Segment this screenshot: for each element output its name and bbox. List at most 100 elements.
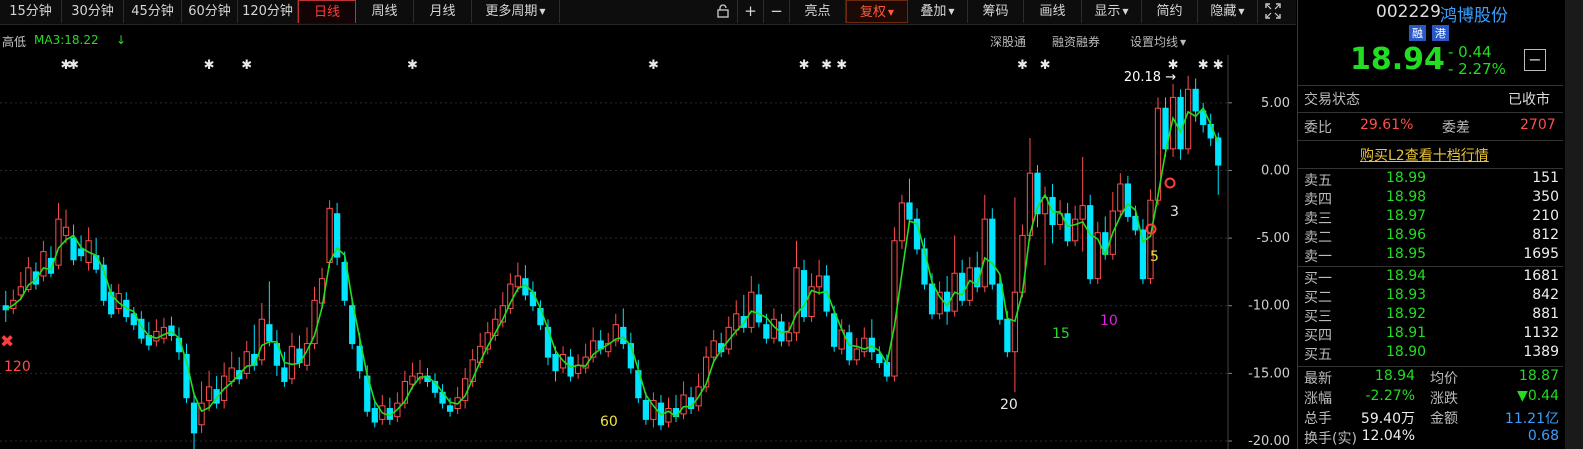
candle-up (1117, 183, 1124, 212)
candle-up (17, 286, 24, 296)
chips-button[interactable]: 筹码 (968, 0, 1024, 23)
collapse-button[interactable]: − (1524, 49, 1546, 71)
cycle-label-10: 10 (1100, 313, 1118, 329)
stat-value: 0.68 (1527, 428, 1559, 444)
book-level-label: 卖四 (1304, 192, 1332, 208)
event-star-icon: ✱ (204, 58, 215, 73)
book-price: 18.97 (1386, 208, 1427, 224)
candle-up (981, 218, 988, 288)
candle-up (40, 251, 47, 277)
ask-row[interactable]: 卖一 18.95 1695 (1298, 246, 1563, 265)
stat-value: -2.27% (1365, 388, 1415, 404)
book-volume: 881 (1532, 306, 1559, 322)
bid-row[interactable]: 买五 18.90 1389 (1298, 344, 1563, 363)
candle-up (409, 375, 416, 385)
plus-icon[interactable]: + (738, 0, 764, 23)
book-volume: 842 (1532, 287, 1559, 303)
event-star-icon: ✱ (821, 58, 832, 73)
candle-up (853, 348, 860, 361)
draw-line-button[interactable]: 画线 (1024, 0, 1082, 23)
book-level-label: 买五 (1304, 347, 1332, 363)
candle-up (326, 207, 333, 263)
y-tick-label: -10.00 (1248, 299, 1290, 314)
ask-row[interactable]: 卖四 18.98 350 (1298, 189, 1563, 208)
period-60min[interactable]: 60分钟 (182, 0, 238, 23)
stat-value: 59.40万 (1360, 411, 1415, 427)
ask-row[interactable]: 卖二 18.96 812 (1298, 227, 1563, 246)
bid-row[interactable]: 买四 18.91 1132 (1298, 325, 1563, 344)
candle-down (876, 353, 883, 364)
simple-button[interactable]: 简约 (1142, 0, 1198, 23)
event-star-icon: ✱ (1040, 58, 1051, 73)
candle-down (70, 237, 77, 261)
bid-row[interactable]: 买一 18.94 1681 (1298, 268, 1563, 287)
book-level-label: 买二 (1304, 290, 1332, 306)
bid-row[interactable]: 买二 18.93 842 (1298, 287, 1563, 306)
adjust-dropdown[interactable]: 复权 ▼ (846, 0, 908, 23)
ma-settings-dropdown[interactable]: 设置均线 ▼ (1130, 33, 1186, 50)
y-tick-label: -15.00 (1248, 366, 1290, 381)
chevron-down-icon: ▼ (539, 7, 546, 16)
lock-icon[interactable] (708, 0, 738, 23)
period-weekly[interactable]: 周线 (356, 0, 414, 23)
stats-row: 总手 59.40万 金额 11.21亿 (1298, 408, 1563, 427)
ask-row[interactable]: 卖三 18.97 210 (1298, 208, 1563, 227)
stat-value: 18.87 (1518, 368, 1559, 384)
book-level-label: 买四 (1304, 328, 1332, 344)
candlestick-chart[interactable]: ✱✱ ✱ ✱ ✱ ✱ ✱ ✱ ✱ ✱ ✱ ✱ ✱ ✱ 5.000.00-5.00-10.00-15.00… (0, 55, 1296, 449)
minus-icon[interactable]: − (764, 0, 790, 23)
display-dropdown[interactable]: 显示 ▼ (1082, 0, 1142, 23)
period-monthly[interactable]: 月线 (414, 0, 472, 23)
period-15min[interactable]: 15分钟 (0, 0, 62, 23)
ask-row[interactable]: 卖五 18.99 151 (1298, 170, 1563, 189)
stock-chart-window: 15分钟 30分钟 45分钟 60分钟 120分钟 日线 周线 月线 更多周期 ▼… (0, 0, 1583, 449)
candle-down (1192, 88, 1199, 112)
stat-value: ▼0.44 (1517, 388, 1559, 404)
indicator-bar: 高低 MA3:18.22 ↓ 深股通 融资融券 设置均线 ▼ (0, 25, 1296, 57)
period-30min[interactable]: 30分钟 (62, 0, 124, 23)
bid-row[interactable]: 买三 18.92 881 (1298, 306, 1563, 325)
book-price: 18.98 (1386, 189, 1427, 205)
book-price: 18.92 (1386, 306, 1427, 322)
book-volume: 151 (1532, 170, 1559, 186)
candle-down (755, 294, 762, 323)
stock-name[interactable]: 鸿博股份 (1440, 1, 1508, 26)
highlight-button[interactable]: 亮点 (790, 0, 846, 23)
chevron-down-icon: ▼ (1122, 7, 1129, 16)
overlay-dropdown[interactable]: 叠加 ▼ (908, 0, 968, 23)
y-tick-label: -20.00 (1248, 434, 1290, 449)
book-level-label: 卖一 (1304, 249, 1332, 265)
event-star-icon: ✱ (648, 58, 659, 73)
more-periods-dropdown[interactable]: 更多周期 ▼ (472, 0, 560, 23)
candle-up (1011, 291, 1019, 353)
candle-up (62, 226, 70, 236)
book-level-label: 卖二 (1304, 230, 1332, 246)
event-star-icon: ✱ (407, 58, 418, 73)
candle-down (77, 248, 85, 257)
candle-up (243, 351, 250, 374)
high-low-label[interactable]: 高低 (2, 33, 26, 50)
candle-down (529, 291, 537, 307)
candle-down (1124, 183, 1131, 217)
l2-quote-link[interactable]: 购买L2查看十档行情 (1360, 145, 1489, 165)
period-45min[interactable]: 45分钟 (124, 0, 182, 23)
cross-marker-icon: ✖ (0, 332, 14, 352)
event-star-icon: ✱ (241, 58, 252, 73)
candle-up (288, 345, 296, 380)
candle-up (680, 394, 687, 415)
candle-down (989, 218, 996, 285)
shenzhen-connect-link[interactable]: 深股通 (990, 33, 1026, 50)
candle-up (898, 202, 906, 242)
hide-dropdown[interactable]: 隐藏 ▼ (1198, 0, 1258, 23)
chevron-down-icon: ▼ (887, 8, 895, 17)
candle-up (733, 313, 740, 331)
period-120min[interactable]: 120分钟 (238, 0, 298, 23)
high-price-label: 20.18 → (1124, 70, 1176, 85)
panel-scrollbar[interactable] (1565, 0, 1583, 449)
period-daily-tab[interactable]: 日线 (298, 0, 356, 23)
expand-icon[interactable] (1258, 0, 1288, 23)
cycle-label-3: 3 (1170, 204, 1179, 220)
margin-trading-link[interactable]: 融资融券 (1052, 33, 1100, 50)
candle-down (763, 324, 770, 339)
event-star-icon: ✱ (1017, 58, 1028, 73)
